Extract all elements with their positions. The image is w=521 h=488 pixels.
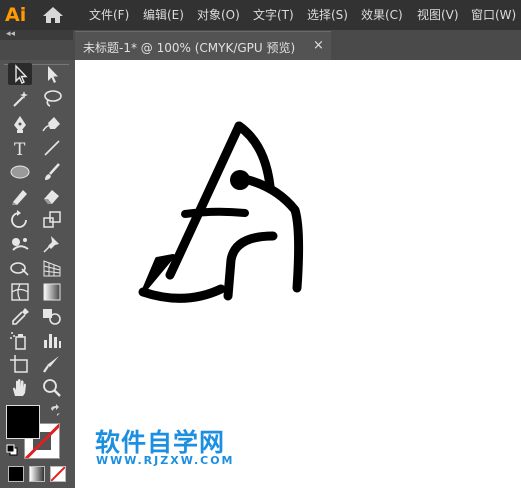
rotate-tool-icon[interactable] — [8, 209, 32, 231]
selection-tool-icon[interactable] — [8, 63, 32, 85]
document-tab-title: 未标题-1* @ 100% (CMYK/GPU 预览) — [83, 41, 296, 55]
ellipse-tool-icon[interactable] — [8, 161, 32, 183]
type-tool-icon[interactable]: T — [8, 137, 32, 159]
mesh-tool-icon[interactable] — [8, 281, 32, 303]
gradient-mode-button[interactable] — [29, 466, 45, 482]
blend-tool-icon[interactable] — [40, 305, 64, 327]
puppet-warp-tool-icon[interactable] — [8, 233, 32, 255]
art-inner-curve — [223, 231, 278, 301]
pen-tool-icon[interactable] — [8, 113, 32, 135]
eyedropper-tool-icon[interactable] — [8, 305, 32, 327]
document-tab[interactable]: 未标题-1* @ 100% (CMYK/GPU 预览) × — [75, 31, 331, 61]
home-icon[interactable] — [42, 6, 64, 24]
default-fill-stroke-icon[interactable] — [6, 444, 18, 456]
swap-fill-stroke-icon[interactable] — [48, 404, 62, 418]
zoom-tool-icon[interactable] — [40, 377, 64, 399]
pin-tool-icon[interactable] — [40, 233, 64, 255]
symbol-sprayer-tool-icon[interactable] — [8, 329, 32, 351]
hand-tool-icon[interactable] — [8, 377, 32, 399]
knife-tool-icon[interactable] — [40, 353, 64, 375]
scale-tool-icon[interactable] — [40, 209, 64, 231]
fill-color-swatch[interactable] — [6, 405, 40, 439]
menu-view[interactable]: 视图(V) — [417, 7, 459, 23]
perspective-grid-tool-icon[interactable] — [40, 257, 64, 279]
menu-edit[interactable]: 编辑(E) — [143, 7, 184, 23]
free-transform-tool-icon[interactable] — [8, 257, 32, 279]
menu-effect[interactable]: 效果(C) — [361, 7, 403, 23]
menu-type[interactable]: 文字(T) — [253, 7, 294, 23]
none-mode-button[interactable] — [50, 466, 66, 482]
collapse-panel-icon[interactable]: ◂◂ — [6, 29, 15, 39]
gradient-tool-icon[interactable] — [40, 281, 64, 303]
artboard-tool-icon[interactable] — [8, 353, 32, 375]
line-segment-tool-icon[interactable] — [40, 137, 64, 159]
svg-text:T: T — [14, 140, 26, 159]
app-logo: Ai — [5, 4, 27, 26]
art-base-curve — [138, 284, 226, 303]
lasso-tool-icon[interactable] — [40, 88, 64, 110]
color-mode-button[interactable] — [8, 466, 24, 482]
art-crossbar — [181, 207, 249, 218]
curvature-tool-icon[interactable] — [40, 113, 64, 135]
magic-wand-tool-icon[interactable] — [8, 88, 32, 110]
menu-bar: Ai 文件(F) 编辑(E) 对象(O) 文字(T) 选择(S) 效果(C) 视… — [0, 0, 521, 30]
paintbrush-tool-icon[interactable] — [40, 161, 64, 183]
close-tab-icon[interactable]: × — [313, 38, 324, 53]
watermark: 软件自学网 WWW.RJZXW.COM — [95, 423, 245, 467]
menu-file[interactable]: 文件(F) — [89, 7, 129, 23]
menu-object[interactable]: 对象(O) — [197, 7, 240, 23]
column-graph-tool-icon[interactable] — [40, 329, 64, 351]
shaper-tool-icon[interactable] — [8, 185, 32, 207]
menu-window[interactable]: 窗口(W) — [471, 7, 516, 23]
menu-select[interactable]: 选择(S) — [307, 7, 348, 23]
eraser-tool-icon[interactable] — [40, 185, 64, 207]
direct-selection-tool-icon[interactable] — [40, 63, 64, 85]
watermark-url: WWW.RJZXW.COM — [96, 454, 235, 467]
